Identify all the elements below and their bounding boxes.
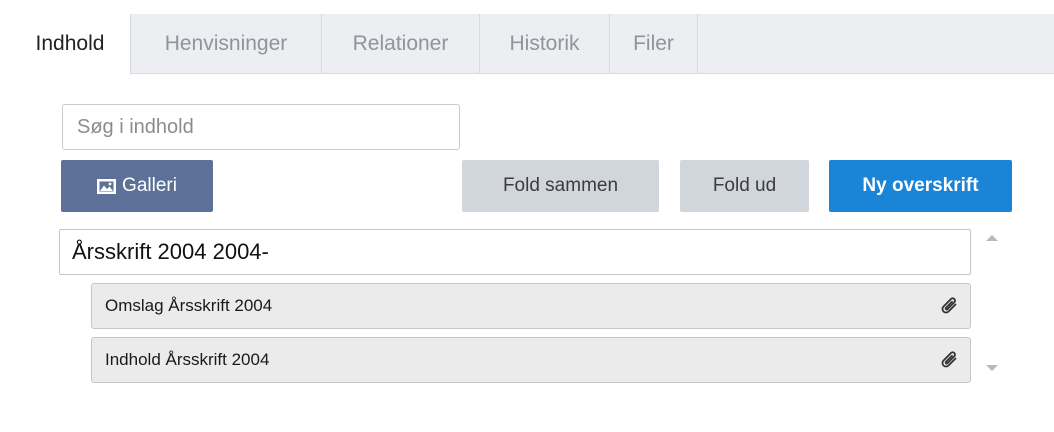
image-icon <box>97 178 117 194</box>
fold-collapse-button[interactable]: Fold sammen <box>462 160 659 212</box>
new-heading-button[interactable]: Ny overskrift <box>829 160 1012 212</box>
vertical-scrollbar[interactable] <box>981 229 1003 389</box>
gallery-button[interactable]: Galleri <box>61 160 213 212</box>
tree-root-item[interactable]: Årsskrift 2004 2004- <box>59 229 971 275</box>
tab-filer[interactable]: Filer <box>610 14 698 74</box>
tree-child-label: Indhold Årsskrift 2004 <box>105 350 270 369</box>
paperclip-icon[interactable] <box>938 295 960 317</box>
tree-root-label: Årsskrift 2004 2004- <box>72 239 269 264</box>
tab-historik[interactable]: Historik <box>480 14 610 74</box>
tab-relationer[interactable]: Relationer <box>322 14 480 74</box>
tree-child-item[interactable]: Indhold Årsskrift 2004 <box>91 337 971 383</box>
tab-henvisninger[interactable]: Henvisninger <box>131 14 322 74</box>
fold-collapse-label: Fold sammen <box>502 175 619 196</box>
search-input[interactable] <box>62 104 460 150</box>
tree-child-label: Omslag Årsskrift 2004 <box>105 296 273 315</box>
gallery-button-label: Galleri <box>122 175 177 196</box>
fold-expand-label: Fold ud <box>712 175 777 196</box>
scroll-up-arrow-icon[interactable] <box>986 235 998 241</box>
tree-child-item[interactable]: Omslag Årsskrift 2004 <box>91 283 971 329</box>
scroll-down-arrow-icon[interactable] <box>986 365 998 371</box>
fold-expand-button[interactable]: Fold ud <box>680 160 809 212</box>
new-heading-label: Ny overskrift <box>862 175 979 196</box>
paperclip-icon[interactable] <box>938 349 960 371</box>
tab-indhold[interactable]: Indhold <box>10 14 131 75</box>
tab-bar: Indhold Henvisninger Relationer Historik… <box>10 14 1054 75</box>
